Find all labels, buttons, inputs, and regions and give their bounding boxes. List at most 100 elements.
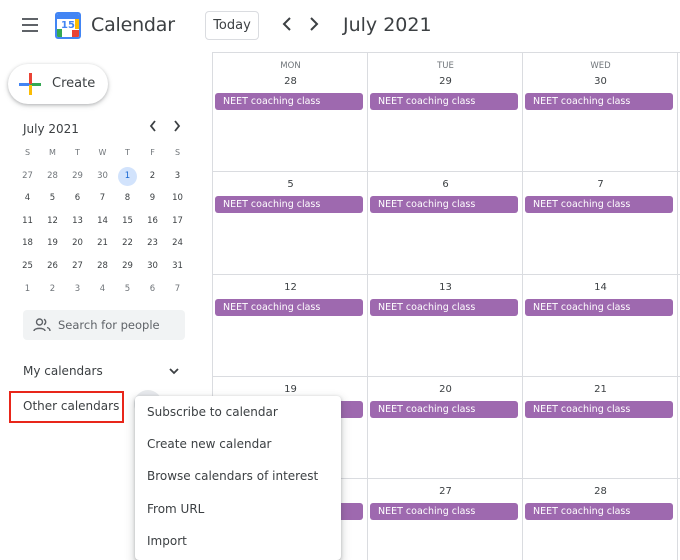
mini-day[interactable]: 28 — [40, 165, 65, 188]
mini-day[interactable]: 3 — [65, 278, 90, 301]
mini-day[interactable]: 29 — [115, 255, 140, 278]
plus-icon — [19, 73, 41, 95]
mini-day[interactable]: 21 — [90, 232, 115, 255]
mini-day[interactable]: 31 — [165, 255, 190, 278]
mini-day[interactable]: 18 — [15, 232, 40, 255]
my-calendars-toggle[interactable] — [168, 364, 182, 378]
weekday-header: MON — [280, 61, 301, 71]
mini-day[interactable]: 4 — [15, 187, 40, 210]
menu-item-browse[interactable]: Browse calendars of interest — [135, 460, 341, 492]
mini-day[interactable]: 30 — [90, 165, 115, 188]
mini-day[interactable]: 15 — [115, 210, 140, 233]
mini-calendar: S M T W T F S 27 28 29 30 1 2 3 4 5 6 7 … — [15, 142, 190, 300]
mini-weekday: T — [125, 148, 130, 157]
mini-day[interactable]: 27 — [15, 165, 40, 188]
mini-day-today[interactable]: 1 — [115, 165, 140, 188]
day-number[interactable]: 13 — [368, 282, 523, 293]
mini-day[interactable]: 11 — [15, 210, 40, 233]
mini-day[interactable]: 3 — [165, 165, 190, 188]
mini-day[interactable]: 2 — [40, 278, 65, 301]
event-chip[interactable]: NEET coaching class — [525, 503, 673, 520]
mini-day[interactable]: 2 — [140, 165, 165, 188]
event-chip[interactable]: NEET coaching class — [525, 299, 673, 316]
mini-day[interactable]: 9 — [140, 187, 165, 210]
mini-weekday: S — [24, 148, 31, 157]
mini-day[interactable]: 12 — [40, 210, 65, 233]
mini-day[interactable]: 6 — [140, 278, 165, 301]
day-number[interactable]: 29 — [368, 76, 523, 87]
event-chip[interactable]: NEET coaching class — [525, 196, 673, 213]
mini-day[interactable]: 5 — [40, 187, 65, 210]
mini-day[interactable]: 5 — [115, 278, 140, 301]
event-chip[interactable]: NEET coaching class — [525, 401, 673, 418]
mini-day[interactable]: 7 — [165, 278, 190, 301]
menu-item-from-url[interactable]: From URL — [135, 493, 341, 525]
day-number[interactable]: 28 — [523, 486, 678, 497]
hamburger-menu-icon — [22, 18, 38, 20]
mini-day[interactable]: 22 — [115, 232, 140, 255]
mini-day[interactable]: 13 — [65, 210, 90, 233]
today-button[interactable]: Today — [205, 11, 259, 40]
mini-day[interactable]: 16 — [140, 210, 165, 233]
day-number[interactable]: 14 — [523, 282, 678, 293]
mini-weekday: S — [174, 148, 181, 157]
create-button[interactable]: Create — [8, 64, 108, 104]
mini-day[interactable]: 20 — [65, 232, 90, 255]
search-people-input[interactable]: Search for people — [23, 310, 185, 340]
mini-day[interactable]: 29 — [65, 165, 90, 188]
event-chip[interactable]: NEET coaching class — [215, 93, 363, 110]
mini-day[interactable]: 6 — [65, 187, 90, 210]
mini-day[interactable]: 27 — [65, 255, 90, 278]
day-number[interactable]: 12 — [213, 282, 368, 293]
event-chip[interactable]: NEET coaching class — [370, 401, 518, 418]
mini-day[interactable]: 23 — [140, 232, 165, 255]
my-calendars-label[interactable]: My calendars — [23, 364, 103, 378]
event-chip[interactable]: NEET coaching class — [370, 93, 518, 110]
day-number[interactable]: 28 — [213, 76, 368, 87]
event-chip[interactable]: NEET coaching class — [215, 196, 363, 213]
event-chip[interactable]: NEET coaching class — [525, 93, 673, 110]
event-chip[interactable]: NEET coaching class — [370, 196, 518, 213]
other-calendars-label[interactable]: Other calendars — [23, 399, 119, 413]
next-month-button[interactable] — [304, 14, 324, 36]
mini-day[interactable]: 14 — [90, 210, 115, 233]
day-number[interactable]: 7 — [523, 179, 678, 190]
day-number[interactable]: 19 — [213, 384, 368, 395]
mini-day[interactable]: 8 — [115, 187, 140, 210]
prev-month-button[interactable] — [277, 14, 297, 36]
event-chip[interactable]: NEET coaching class — [215, 299, 363, 316]
mini-day[interactable]: 28 — [90, 255, 115, 278]
logo-number: 15 — [61, 20, 75, 31]
event-chip[interactable]: NEET coaching class — [370, 299, 518, 316]
event-chip[interactable]: NEET coaching class — [370, 503, 518, 520]
day-number[interactable]: 6 — [368, 179, 523, 190]
weekday-header: TUE — [437, 61, 454, 71]
mini-weekday: M — [49, 148, 56, 157]
menu-item-create-new[interactable]: Create new calendar — [135, 428, 341, 460]
day-number[interactable]: 21 — [523, 384, 678, 395]
mini-weekday: F — [150, 148, 155, 157]
mini-next-month-button[interactable] — [169, 119, 185, 137]
mini-day[interactable]: 26 — [40, 255, 65, 278]
day-number[interactable]: 30 — [523, 76, 678, 87]
day-number[interactable]: 5 — [213, 179, 368, 190]
main-menu-button[interactable] — [22, 18, 38, 32]
chevron-left-icon — [282, 17, 291, 31]
mini-day[interactable]: 19 — [40, 232, 65, 255]
app-title: Calendar — [91, 14, 175, 36]
day-number[interactable]: 27 — [368, 486, 523, 497]
mini-day[interactable]: 10 — [165, 187, 190, 210]
mini-day[interactable]: 1 — [15, 278, 40, 301]
menu-item-import[interactable]: Import — [135, 525, 341, 557]
mini-day[interactable]: 7 — [90, 187, 115, 210]
weekday-header: WED — [590, 61, 611, 71]
day-number[interactable]: 20 — [368, 384, 523, 395]
mini-day[interactable]: 4 — [90, 278, 115, 301]
mini-day[interactable]: 30 — [140, 255, 165, 278]
menu-item-subscribe[interactable]: Subscribe to calendar — [135, 396, 341, 428]
mini-day[interactable]: 25 — [15, 255, 40, 278]
mini-day[interactable]: 17 — [165, 210, 190, 233]
create-label: Create — [52, 76, 96, 91]
mini-prev-month-button[interactable] — [145, 119, 161, 137]
mini-day[interactable]: 24 — [165, 232, 190, 255]
